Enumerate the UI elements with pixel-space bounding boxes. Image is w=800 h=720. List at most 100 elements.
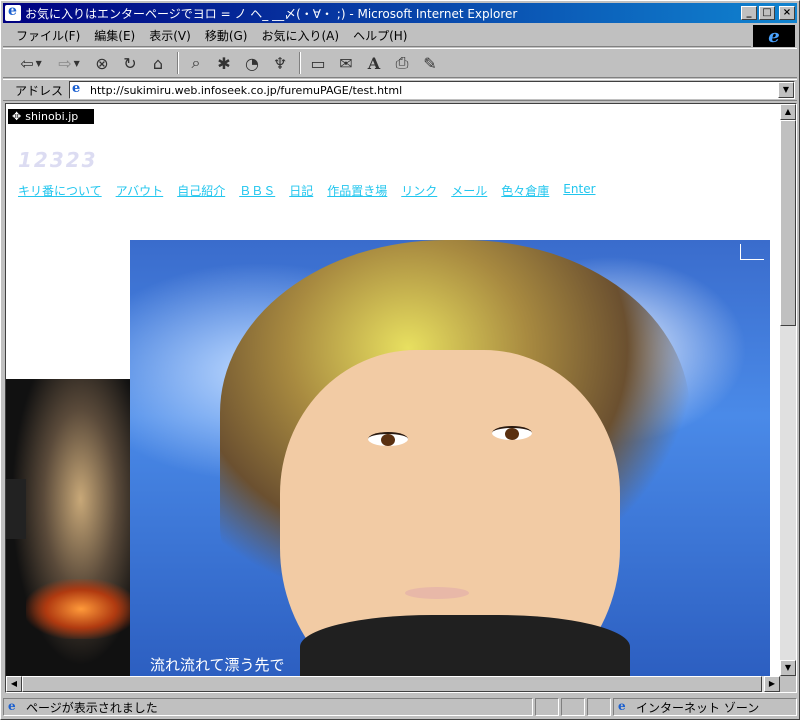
image-caption: 流れ流れて漂う先で (150, 656, 285, 674)
back-icon: ⇦ (20, 53, 34, 73)
home-button[interactable]: ⌂ (145, 51, 171, 75)
ie-throbber-logo: e (753, 25, 795, 47)
toolbar: ⇦ ▼ ⇨ ▼ ⊗ ↻ ⌂ ⌕ ✱ ◔ ♆ ▭ ✉ A ⎙ ✎ (3, 48, 797, 78)
main-artwork-image: 流れ流れて漂う先で (130, 240, 770, 680)
edit-button[interactable]: ✎ (417, 51, 443, 75)
status-text-pane: e ページが表示されました (3, 698, 533, 716)
corner-decoration (740, 244, 764, 260)
right-eye (492, 426, 532, 440)
menu-view[interactable]: 表示(V) (142, 27, 198, 44)
page-content: ✥ shinobi.jp 12323 キリ番について アバウト 自己紹介 ＢＢＳ… (5, 103, 797, 693)
channels-icon: ♆ (272, 53, 288, 73)
menu-bar: ファイル(F) 編集(E) 表示(V) 移動(G) お気に入り(A) ヘルプ(H… (3, 25, 751, 47)
fullscreen-icon: ▭ (310, 53, 326, 73)
ie-logo-icon: e (768, 25, 780, 47)
history-button[interactable]: ◔ (239, 51, 265, 75)
nav-link-kiriban[interactable]: キリ番について (18, 182, 102, 199)
search-icon: ⌕ (191, 53, 201, 72)
stop-button[interactable]: ⊗ (89, 51, 115, 75)
mail-button[interactable]: ✉ (333, 51, 359, 75)
close-button[interactable]: × (779, 6, 795, 20)
fire-glow-shape (26, 579, 130, 639)
address-field[interactable]: e http://sukimiru.web.infoseek.co.jp/fur… (69, 81, 795, 99)
scroll-right-button[interactable]: ▶ (764, 676, 780, 692)
horizontal-scrollbar[interactable]: ◀ ▶ (6, 676, 780, 692)
title-bar[interactable]: お気に入りはエンターページでヨロ = ノ ヘ_ __〆(・∀・ ;) - Mic… (3, 3, 797, 23)
page-done-icon: e (8, 699, 16, 713)
vertical-scroll-thumb[interactable] (780, 120, 796, 326)
browser-window: お気に入りはエンターページでヨロ = ノ ヘ_ __〆(・∀・ ;) - Mic… (0, 0, 800, 720)
nav-link-profile[interactable]: 自己紹介 (177, 182, 225, 199)
address-dropdown-button[interactable]: ▼ (778, 82, 794, 98)
maximize-button[interactable]: □ (759, 6, 775, 20)
favorites-icon: ✱ (217, 53, 231, 73)
window-title: お気に入りはエンターページでヨロ = ノ ヘ_ __〆(・∀・ ;) - Mic… (25, 6, 518, 21)
menu-favorites[interactable]: お気に入り(A) (254, 27, 346, 44)
status-zone: インターネット ゾーン (636, 700, 760, 715)
menu-file[interactable]: ファイル(F) (9, 27, 87, 44)
nav-link-bbs[interactable]: ＢＢＳ (239, 182, 275, 199)
edit-icon: ✎ (423, 53, 437, 73)
minimize-button[interactable]: _ (741, 6, 757, 20)
print-button[interactable]: ⎙ (389, 51, 415, 75)
nav-link-diary[interactable]: 日記 (289, 182, 313, 199)
scroll-down-button[interactable]: ▼ (780, 660, 796, 676)
status-pane-extra (587, 698, 611, 716)
shinobi-badge[interactable]: ✥ shinobi.jp (8, 109, 94, 124)
page-icon: e (72, 81, 81, 96)
toolbar-separator (299, 52, 301, 74)
shinobi-icon: ✥ (12, 110, 22, 123)
visitor-counter: 12323 (18, 148, 98, 172)
scroll-corner (780, 676, 796, 692)
horizontal-scroll-thumb[interactable] (22, 676, 762, 692)
mail-icon: ✉ (339, 53, 353, 73)
back-button[interactable]: ⇦ ▼ (13, 51, 49, 75)
menu-help[interactable]: ヘルプ(H) (346, 27, 414, 44)
status-bar: e ページが表示されました e インターネット ゾーン (3, 697, 797, 717)
channels-button[interactable]: ♆ (267, 51, 293, 75)
address-label: アドレス (15, 83, 64, 98)
refresh-icon: ↻ (123, 53, 137, 73)
scroll-left-button[interactable]: ◀ (6, 676, 22, 692)
nav-link-storage[interactable]: 色々倉庫 (501, 182, 549, 199)
font-icon: A (367, 53, 381, 73)
history-icon: ◔ (245, 53, 259, 73)
menu-edit[interactable]: 編集(E) (87, 27, 142, 44)
address-bar: アドレス e http://sukimiru.web.infoseek.co.j… (3, 79, 797, 101)
nav-link-mail[interactable]: メール (451, 182, 487, 199)
status-zone-pane: e インターネット ゾーン (613, 698, 797, 716)
left-artwork-image (6, 379, 130, 679)
internet-zone-icon: e (618, 699, 626, 713)
home-icon: ⌂ (152, 53, 164, 73)
shinobi-label: shinobi.jp (25, 110, 79, 123)
status-pane-security (561, 698, 585, 716)
forward-dropdown-icon: ▼ (73, 58, 80, 68)
status-text: ページが表示されました (26, 700, 158, 715)
refresh-button[interactable]: ↻ (117, 51, 143, 75)
vertical-scrollbar[interactable]: ▲ ▼ (780, 104, 796, 676)
status-pane-progress (535, 698, 559, 716)
scroll-up-button[interactable]: ▲ (780, 104, 796, 120)
toolbar-separator (177, 52, 179, 74)
nav-links: キリ番について アバウト 自己紹介 ＢＢＳ 日記 作品置き場 リンク メール 色… (18, 182, 596, 199)
nav-link-enter[interactable]: Enter (563, 182, 595, 199)
forward-icon: ⇨ (58, 53, 72, 73)
fullscreen-button[interactable]: ▭ (305, 51, 331, 75)
silhouette-shape (6, 479, 26, 539)
ie-icon (5, 3, 21, 21)
nav-link-links[interactable]: リンク (401, 182, 437, 199)
stop-icon: ⊗ (95, 53, 109, 73)
search-button[interactable]: ⌕ (183, 51, 209, 75)
nav-link-works[interactable]: 作品置き場 (327, 182, 387, 199)
mouth-shape (405, 587, 469, 599)
nav-link-about[interactable]: アバウト (116, 182, 164, 199)
shirt-shape (300, 615, 630, 680)
print-icon: ⎙ (395, 53, 409, 72)
back-dropdown-icon: ▼ (35, 58, 42, 68)
left-eye (368, 432, 408, 446)
address-url[interactable]: http://sukimiru.web.infoseek.co.jp/furem… (90, 84, 778, 97)
font-button[interactable]: A (361, 51, 387, 75)
forward-button[interactable]: ⇨ ▼ (51, 51, 87, 75)
favorites-button[interactable]: ✱ (211, 51, 237, 75)
menu-go[interactable]: 移動(G) (198, 27, 255, 44)
